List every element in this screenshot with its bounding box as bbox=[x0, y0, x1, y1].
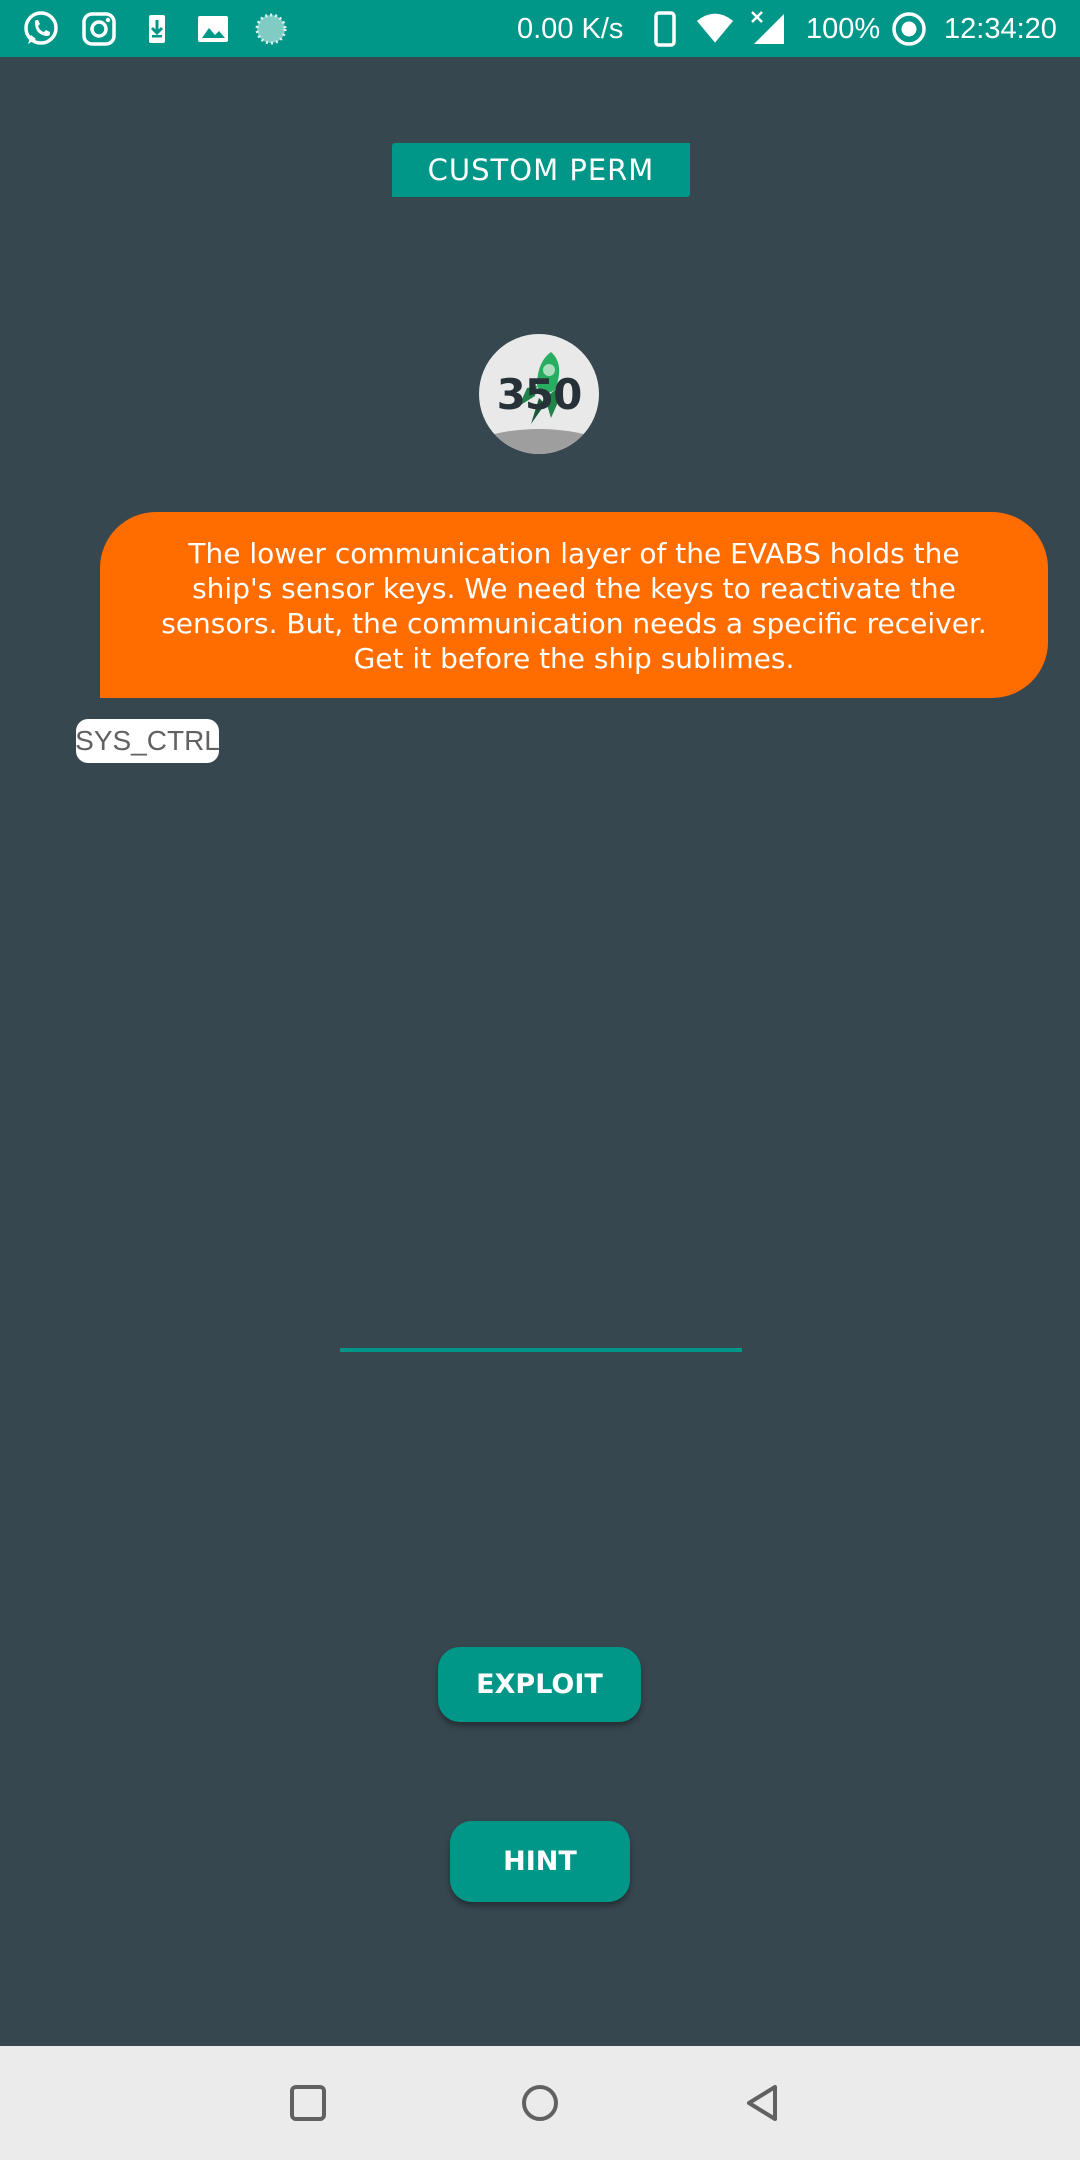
gallery-icon bbox=[194, 10, 232, 48]
app-screen: 0.00 K/s 100% 12:34:20 CUSTOM PERM 350 T… bbox=[0, 0, 1080, 2160]
page-title: CUSTOM PERM bbox=[392, 143, 690, 197]
back-icon[interactable] bbox=[733, 2073, 793, 2133]
score-value: 350 bbox=[496, 369, 583, 419]
score-badge: 350 bbox=[479, 334, 599, 454]
signal-icon bbox=[750, 10, 788, 48]
instagram-icon bbox=[80, 10, 118, 48]
wifi-icon bbox=[696, 10, 734, 48]
status-time: 12:34:20 bbox=[944, 13, 1057, 45]
mission-message: The lower communication layer of the EVA… bbox=[100, 512, 1048, 698]
navigation-bar bbox=[0, 2046, 1080, 2160]
answer-input[interactable] bbox=[340, 1296, 742, 1352]
battery-level: 100% bbox=[806, 13, 881, 45]
mission-message-text: The lower communication layer of the EVA… bbox=[161, 537, 987, 675]
phone-icon bbox=[646, 10, 684, 48]
network-speed: 0.00 K/s bbox=[517, 13, 624, 45]
recents-icon[interactable] bbox=[278, 2073, 338, 2133]
whatsapp-icon bbox=[22, 10, 60, 48]
record-icon bbox=[890, 10, 928, 48]
download-icon bbox=[138, 10, 176, 48]
loading-icon bbox=[252, 10, 290, 48]
permission-tag: SYS_CTRL bbox=[75, 719, 220, 763]
status-bar: 0.00 K/s 100% 12:34:20 bbox=[0, 0, 1080, 57]
exploit-button[interactable]: EXPLOIT bbox=[438, 1647, 641, 1722]
hint-button[interactable]: HINT bbox=[450, 1821, 630, 1902]
home-icon[interactable] bbox=[510, 2073, 570, 2133]
